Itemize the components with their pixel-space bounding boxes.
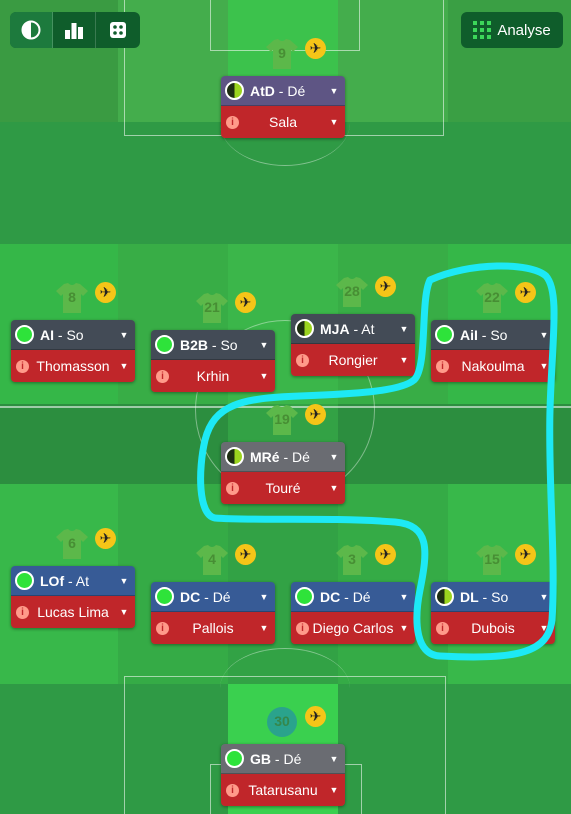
tactics-pitch: Analyse 9 ✈ AtD - Dé ▼ i Sala ▼ 8 ✈ AI -… [0,0,571,814]
highlight-stroke [197,262,558,661]
highlight-annotation [197,262,558,661]
